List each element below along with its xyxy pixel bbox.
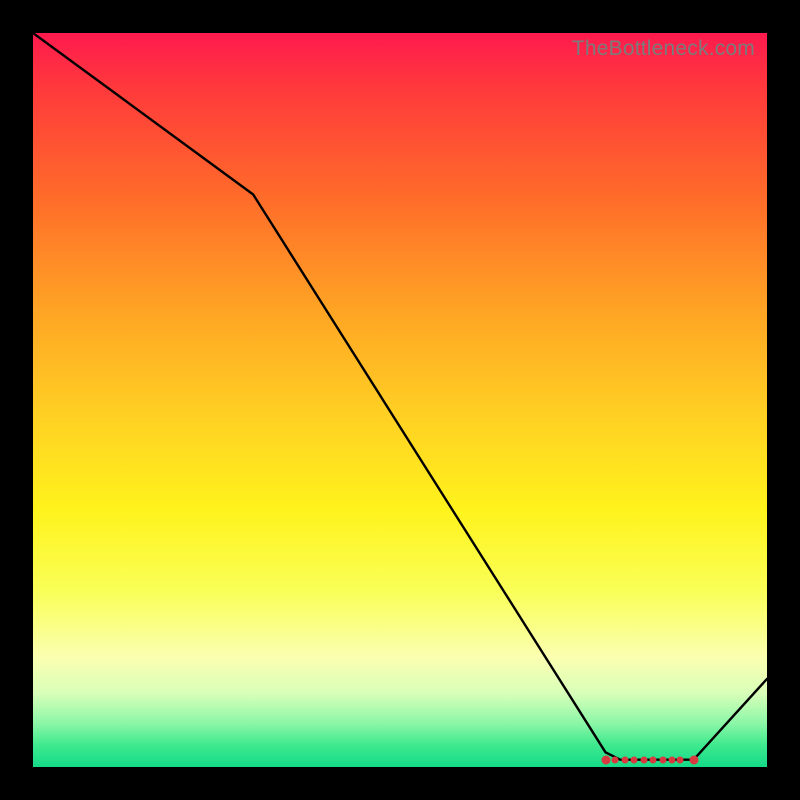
- plot-area: TheBottleneck.com: [33, 33, 767, 767]
- attribution-text: TheBottleneck.com: [572, 37, 755, 61]
- curve-marker: [689, 755, 698, 764]
- bottleneck-path: [33, 33, 767, 760]
- curve-marker: [601, 755, 610, 764]
- curve-marker: [621, 756, 628, 763]
- curve-marker: [631, 756, 638, 763]
- curve-marker: [669, 756, 676, 763]
- curve-marker: [677, 756, 684, 763]
- curve-line: [33, 33, 767, 767]
- curve-marker: [612, 756, 619, 763]
- curve-marker: [659, 756, 666, 763]
- chart-frame: TheBottleneck.com: [0, 0, 800, 800]
- curve-marker: [650, 756, 657, 763]
- curve-marker: [640, 756, 647, 763]
